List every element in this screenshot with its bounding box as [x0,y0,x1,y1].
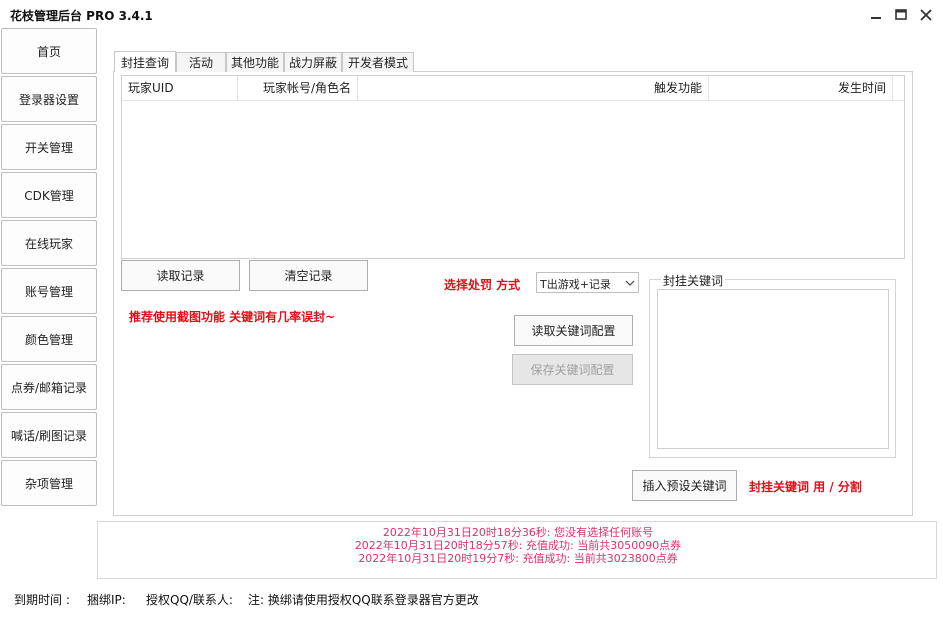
punishment-select-value: T出游戏+记录 [540,278,611,291]
sidebar-item-online-players[interactable]: 在线玩家 [1,220,97,266]
read-keyword-config-button[interactable]: 读取关键词配置 [514,315,633,346]
clear-records-button[interactable]: 清空记录 [249,260,368,291]
minimize-icon[interactable] [866,6,886,24]
auth-qq-label: 授权QQ/联系人: [146,593,233,607]
app-title: 花枝管理后台 PRO 3.4.1 [10,9,153,23]
sidebar-item-coupon-mail-records[interactable]: 点券/邮箱记录 [1,364,97,410]
log-line: 2022年10月31日20时19分7秒: 充值成功: 当前共3023800点券 [358,552,678,565]
sidebar-item-cdk-management[interactable]: CDK管理 [1,172,97,218]
log-panel[interactable]: 2022年10月31日20时18分36秒: 您没有选择任何账号 2022年10月… [97,521,937,579]
sidebar-item-launcher-settings[interactable]: 登录器设置 [1,76,97,122]
table-header: 玩家UID 玩家帐号/角色名 触发功能 发生时间 [122,76,904,101]
tab-other-functions[interactable]: 其他功能 [226,52,284,72]
tab-cheat-query[interactable]: 封挂查询 [114,51,176,72]
column-header-time[interactable]: 发生时间 [709,76,893,101]
sidebar-item-misc-management[interactable]: 杂项管理 [1,460,97,506]
sidebar-item-home[interactable]: 首页 [1,28,97,74]
close-icon[interactable] [916,6,936,24]
sidebar-item-switch-management[interactable]: 开关管理 [1,124,97,170]
maximize-icon[interactable] [891,6,911,24]
column-header-uid[interactable]: 玩家UID [122,76,238,101]
keywords-textarea[interactable] [657,289,889,449]
chevron-down-icon [625,278,635,288]
title-bar: 花枝管理后台 PRO 3.4.1 [0,0,943,30]
rebind-note: 注: 换绑请使用授权QQ联系登录器官方更改 [248,593,479,607]
save-keyword-config-button[interactable]: 保存关键词配置 [512,354,633,385]
punishment-select[interactable]: T出游戏+记录 [536,272,639,293]
expire-time-label: 到期时间 : [14,593,70,607]
tab-developer-mode[interactable]: 开发者模式 [342,52,414,72]
sidebar-item-account-management[interactable]: 账号管理 [1,268,97,314]
keywords-group-title: 封挂关键词 [661,272,726,289]
keyword-separator-hint: 封挂关键词 用 / 分割 [749,480,862,494]
column-header-account[interactable]: 玩家帐号/角色名 [238,76,358,101]
tab-events[interactable]: 活动 [176,52,226,72]
sidebar-item-shout-dungeon-records[interactable]: 喊话/刷图记录 [1,412,97,458]
bound-ip-label: 捆绑IP: [87,593,126,607]
sidebar-item-color-management[interactable]: 颜色管理 [1,316,97,362]
read-records-button[interactable]: 读取记录 [121,260,240,291]
tab-power-shield[interactable]: 战力屏蔽 [284,52,342,72]
column-header-trigger[interactable]: 触发功能 [358,76,709,101]
screenshot-hint: 推荐使用截图功能 关键词有几率误封~ [129,310,336,324]
records-table[interactable]: 玩家UID 玩家帐号/角色名 触发功能 发生时间 [121,75,905,259]
punishment-label: 选择处罚 方式 [444,278,521,292]
insert-preset-keywords-button[interactable]: 插入预设关键词 [632,470,737,501]
